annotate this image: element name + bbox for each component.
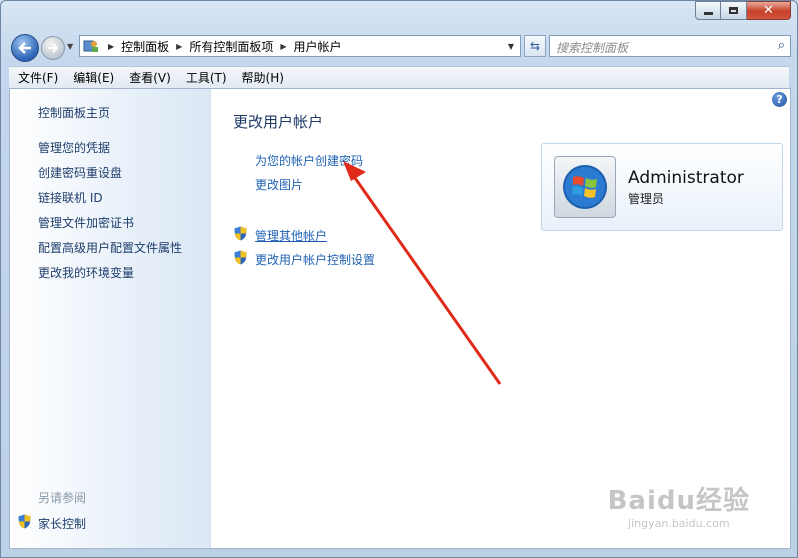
baidu-watermark: Baidu经验 jingyan.baidu.com (608, 480, 750, 530)
manage-other-accounts-link[interactable]: 管理其他帐户 (255, 227, 327, 244)
uac-shield-icon (234, 250, 247, 265)
back-button[interactable] (11, 34, 39, 62)
back-arrow-icon (18, 42, 31, 54)
sidebar-item-link-online-id[interactable]: 链接联机 ID (38, 189, 103, 206)
search-placeholder: 搜索控制面板 (556, 41, 629, 55)
address-bar[interactable]: ▶ 控制面板 ▶ 所有控制面板项 ▶ 用户帐户 ▼ (79, 35, 521, 57)
see-also-heading: 另请参阅 (38, 491, 87, 505)
breadcrumb-arrow-icon[interactable]: ▶ (176, 42, 182, 51)
sidebar-item-control-panel-home[interactable]: 控制面板主页 (38, 104, 110, 121)
create-password-link[interactable]: 为您的帐户创建密码 (255, 152, 363, 169)
address-dropdown-icon[interactable]: ▼ (508, 42, 514, 51)
sidebar-item-parental-controls[interactable]: 家长控制 (38, 515, 86, 532)
menu-view[interactable]: 查看(V) (120, 69, 177, 86)
refresh-button[interactable]: ⇆ (524, 35, 546, 57)
sidebar: 控制面板主页 管理您的凭据 创建密码重设盘 链接联机 ID 管理文件加密证书 配… (10, 89, 211, 548)
account-name: Administrator (628, 168, 744, 188)
caption-buttons: ✕ (695, 1, 791, 20)
forward-arrow-icon (48, 43, 59, 53)
account-card: Administrator 管理员 (541, 143, 783, 231)
help-icon: ? (776, 93, 783, 106)
account-role: 管理员 (628, 192, 665, 206)
breadcrumb-all-items[interactable]: 所有控制面板项 (189, 38, 273, 55)
minimize-button[interactable] (695, 1, 721, 20)
help-button[interactable]: ? (772, 92, 787, 107)
refresh-icon: ⇆ (529, 39, 541, 53)
menu-edit[interactable]: 编辑(E) (64, 69, 120, 86)
sidebar-item-create-reset-disk[interactable]: 创建密码重设盘 (38, 164, 122, 181)
forward-button[interactable] (41, 36, 65, 60)
close-button[interactable]: ✕ (747, 1, 791, 20)
change-picture-link[interactable]: 更改图片 (255, 176, 303, 193)
sidebar-item-advanced-profile[interactable]: 配置高级用户配置文件属性 (38, 239, 182, 256)
uac-settings-link[interactable]: 更改用户帐户控制设置 (255, 251, 375, 268)
sidebar-item-manage-encryption-certs[interactable]: 管理文件加密证书 (38, 214, 134, 231)
close-icon: ✕ (763, 3, 774, 18)
sidebar-item-environment-variables[interactable]: 更改我的环境变量 (38, 264, 134, 281)
watermark-brand: Baidu经验 (607, 486, 750, 516)
watermark-url: jingyan.baidu.com (628, 517, 730, 530)
page-title: 更改用户帐户 (233, 113, 324, 131)
maximize-button[interactable] (721, 1, 747, 20)
maximize-icon (729, 7, 738, 14)
breadcrumb-control-panel[interactable]: 控制面板 (121, 38, 169, 55)
control-panel-window: ✕ ▼ ▶ 控制面板 ▶ 所有控制面板项 ▶ 用户帐户 ▼ ⇆ 搜索控制面板 ⌕… (0, 0, 798, 558)
menu-tools[interactable]: 工具(T) (177, 69, 233, 86)
windows-logo-icon (563, 165, 607, 209)
minimize-icon (703, 12, 713, 15)
uac-shield-icon (234, 226, 247, 241)
search-icon[interactable]: ⌕ (778, 38, 785, 53)
sidebar-item-manage-credentials[interactable]: 管理您的凭据 (38, 139, 110, 156)
menu-help[interactable]: 帮助(H) (233, 69, 290, 86)
search-input[interactable]: 搜索控制面板 ⌕ (549, 35, 791, 57)
navigation-bar: ▼ ▶ 控制面板 ▶ 所有控制面板项 ▶ 用户帐户 ▼ ⇆ 搜索控制面板 ⌕ (9, 32, 791, 62)
menu-bar: 文件(F) 编辑(E) 查看(V) 工具(T) 帮助(H) (9, 66, 789, 88)
recent-pages-dropdown-icon[interactable]: ▼ (67, 42, 73, 51)
avatar (554, 156, 616, 218)
breadcrumb-user-accounts[interactable]: 用户帐户 (294, 38, 342, 55)
content-area: 控制面板主页 管理您的凭据 创建密码重设盘 链接联机 ID 管理文件加密证书 配… (9, 88, 791, 549)
control-panel-icon (83, 40, 98, 52)
breadcrumb-arrow-icon[interactable]: ▶ (108, 42, 114, 51)
uac-shield-icon (18, 514, 31, 529)
menu-file[interactable]: 文件(F) (9, 69, 64, 86)
breadcrumb-arrow-icon[interactable]: ▶ (280, 42, 286, 51)
